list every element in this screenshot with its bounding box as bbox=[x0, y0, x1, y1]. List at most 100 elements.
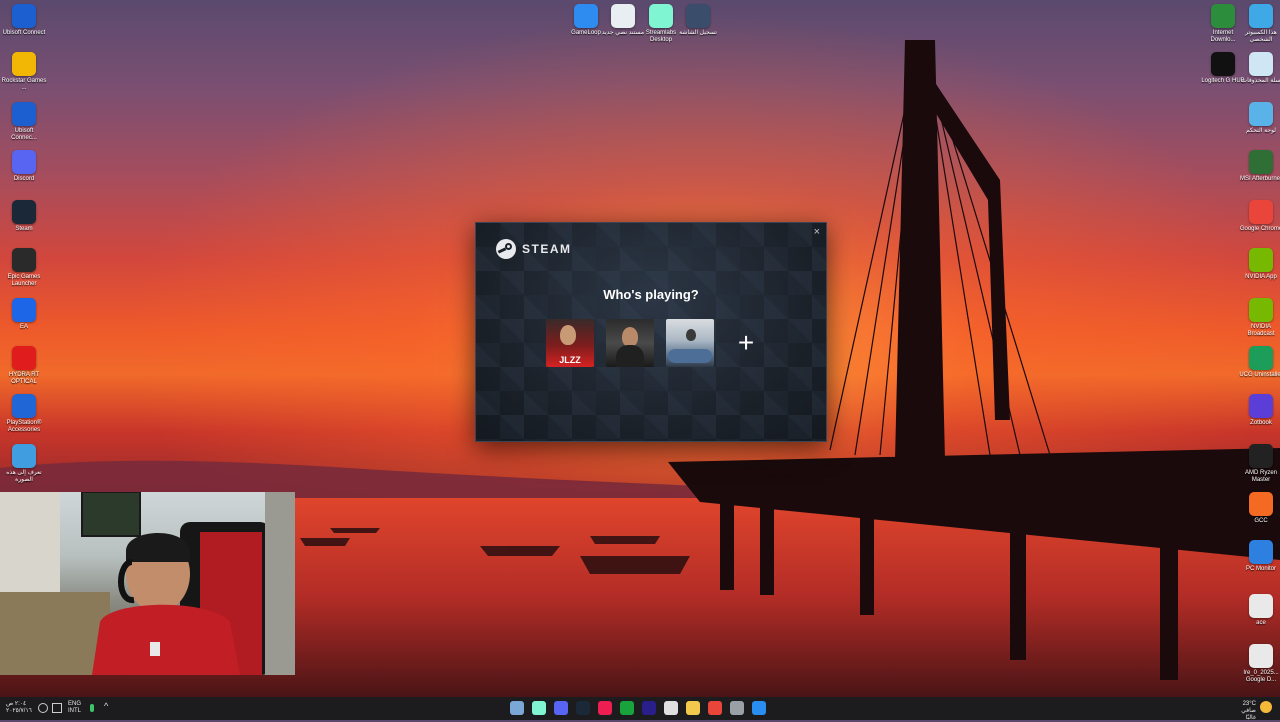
desktop-shortcut[interactable]: Ubisoft Connect bbox=[1, 4, 47, 37]
desktop-shortcut[interactable]: تسجيل الشاشة bbox=[675, 4, 721, 37]
nvidia-icon bbox=[1249, 248, 1273, 272]
desktop-shortcut[interactable]: AMD Ryzen Master bbox=[1238, 444, 1280, 484]
shortcut-label: NVIDIA App bbox=[1245, 274, 1277, 280]
desktop-shortcut[interactable]: PlayStation® Accessories bbox=[1, 394, 47, 434]
profile-avatar-2[interactable] bbox=[606, 319, 654, 367]
desktop-shortcut[interactable]: Rockstar Games ... bbox=[1, 52, 47, 92]
terminal-icon[interactable] bbox=[730, 701, 744, 715]
hydra-icon bbox=[12, 346, 36, 370]
profile-avatar-1[interactable]: JLZZ bbox=[546, 319, 594, 367]
shortcut-label: Epic Games Launcher bbox=[7, 274, 41, 287]
lang-code: ENG bbox=[68, 701, 82, 707]
desktop-shortcut[interactable]: سلة المحذوفات bbox=[1238, 52, 1280, 85]
ubisoft-icon bbox=[12, 102, 36, 126]
explorer-icon[interactable] bbox=[510, 701, 524, 715]
calendar-icon[interactable] bbox=[664, 701, 678, 715]
file-icon bbox=[1249, 594, 1273, 618]
chrome-icon bbox=[1249, 200, 1273, 224]
taskbar: ٢:٠٤ ص ٢٠٢٥/٧/١٦ ENG INTL ^ 23°C صافي غا… bbox=[0, 697, 1280, 722]
avatar-face bbox=[622, 327, 638, 347]
steam-icon[interactable] bbox=[576, 701, 590, 715]
logitech-icon bbox=[1211, 52, 1235, 76]
shortcut-label: سلة المحذوفات bbox=[1241, 78, 1280, 84]
desktop-shortcut[interactable]: NVIDIA App bbox=[1238, 248, 1280, 281]
files-icon[interactable] bbox=[686, 701, 700, 715]
profile-avatar-3[interactable] bbox=[666, 319, 714, 367]
zotbook-icon bbox=[1249, 394, 1273, 418]
webcam-feed bbox=[0, 492, 295, 675]
desktop-shortcut[interactable]: NVIDIA Broadcast bbox=[1238, 298, 1280, 338]
pc-monitor-icon bbox=[1249, 540, 1273, 564]
weather-icon bbox=[1260, 701, 1272, 713]
discord-icon[interactable] bbox=[554, 701, 568, 715]
chevron-up-icon[interactable]: ^ bbox=[104, 701, 108, 711]
left-clock[interactable]: ٢:٠٤ ص ٢٠٢٥/٧/١٦ bbox=[6, 701, 32, 715]
shortcut-label: Zotbook bbox=[1250, 420, 1272, 426]
desktop-shortcut[interactable]: Zotbook bbox=[1238, 394, 1280, 427]
ea-icon bbox=[12, 298, 36, 322]
close-icon[interactable]: × bbox=[814, 226, 820, 238]
clock-time: ٢:٠٤ ص bbox=[6, 701, 27, 707]
steam-icon bbox=[496, 239, 516, 259]
shortcut-label: PC Monitor bbox=[1245, 566, 1276, 572]
desktop-shortcut[interactable]: GCC bbox=[1238, 492, 1280, 525]
tiktok-icon[interactable] bbox=[598, 701, 612, 715]
shortcut-label: Ire_0_2025... Google D... bbox=[1243, 670, 1279, 683]
desktop-shortcut[interactable]: تعرف إلى هذه الصورة bbox=[1, 444, 47, 484]
mic-icon[interactable] bbox=[90, 704, 94, 712]
clock-date: ٢٠٢٥/٧/١٦ bbox=[6, 708, 32, 714]
streamlabs-icon[interactable] bbox=[532, 701, 546, 715]
discord-icon bbox=[12, 150, 36, 174]
language-indicator[interactable]: ENG INTL bbox=[68, 701, 81, 715]
document-icon bbox=[611, 4, 635, 28]
screen-record-icon bbox=[686, 4, 710, 28]
desktop-shortcut[interactable]: Epic Games Launcher bbox=[1, 248, 47, 288]
chrome-icon[interactable] bbox=[708, 701, 722, 715]
shortcut-label: ace bbox=[1256, 620, 1266, 626]
shortcut-label: AMD Ryzen Master bbox=[1244, 470, 1277, 483]
desktop-shortcut[interactable]: Steam bbox=[1, 200, 47, 233]
profile-list: JLZZ + bbox=[546, 319, 766, 367]
premiere-icon[interactable] bbox=[642, 701, 656, 715]
shortcut-label: Google Chrome bbox=[1239, 226, 1280, 232]
dialog-heading: Who's playing? bbox=[603, 287, 699, 302]
desktop-shortcut[interactable]: PC Monitor bbox=[1238, 540, 1280, 573]
epic-icon bbox=[12, 248, 36, 272]
info-icon bbox=[12, 444, 36, 468]
nvidia-broadcast-icon bbox=[1249, 298, 1273, 322]
weather-widget[interactable]: 23°C صافي غالبًا bbox=[1232, 701, 1256, 722]
avatar-face bbox=[560, 325, 576, 345]
desktop-shortcut[interactable]: Discord bbox=[1, 150, 47, 183]
weather-temp: 23°C bbox=[1242, 701, 1256, 707]
shortcut-label: Rockstar Games ... bbox=[1, 78, 47, 91]
desktop-shortcut[interactable]: HYDRA RT OPTICAL bbox=[1, 346, 47, 386]
lang-sub: INTL bbox=[68, 708, 82, 714]
ubisoft-icon bbox=[12, 4, 36, 28]
desktop-shortcut[interactable]: Ire_0_2025... Google D... bbox=[1238, 644, 1280, 684]
webcam-overlay bbox=[0, 492, 295, 675]
desktop-shortcut[interactable]: لوحة التحكم bbox=[1238, 102, 1280, 135]
network-icon[interactable] bbox=[52, 703, 62, 713]
gcc-icon bbox=[1249, 492, 1273, 516]
desktop-shortcut[interactable]: EA bbox=[1, 298, 47, 331]
shortcut-label: NVIDIA Broadcast bbox=[1247, 324, 1275, 337]
steam-brand-text: STEAM bbox=[522, 242, 572, 256]
desktop-shortcut[interactable]: UCG Uninstaller bbox=[1238, 346, 1280, 379]
this-pc-icon bbox=[1249, 4, 1273, 28]
shortcut-label: GCC bbox=[1254, 518, 1268, 524]
avatar-body bbox=[616, 345, 644, 367]
desktop-shortcut[interactable]: Ubisoft Connec... bbox=[1, 102, 47, 142]
desktop-shortcut[interactable]: MSI Afterburner bbox=[1238, 150, 1280, 183]
shortcut-label: Ubisoft Connect bbox=[2, 30, 46, 36]
desktop-shortcut[interactable]: هذا الكمبيوتر الشخصي bbox=[1238, 4, 1280, 44]
shortcut-label: لوحة التحكم bbox=[1245, 128, 1276, 134]
start-icon[interactable] bbox=[752, 701, 766, 715]
file-icon bbox=[1249, 644, 1273, 668]
shortcut-label: EA bbox=[19, 324, 28, 330]
add-profile-button[interactable]: + bbox=[726, 319, 766, 367]
speaker-icon[interactable] bbox=[38, 703, 48, 713]
desktop-shortcut[interactable]: ace bbox=[1238, 594, 1280, 627]
desktop-shortcut[interactable]: Google Chrome bbox=[1238, 200, 1280, 233]
xbox-icon[interactable] bbox=[620, 701, 634, 715]
shortcut-label: PlayStation® Accessories bbox=[6, 420, 42, 433]
